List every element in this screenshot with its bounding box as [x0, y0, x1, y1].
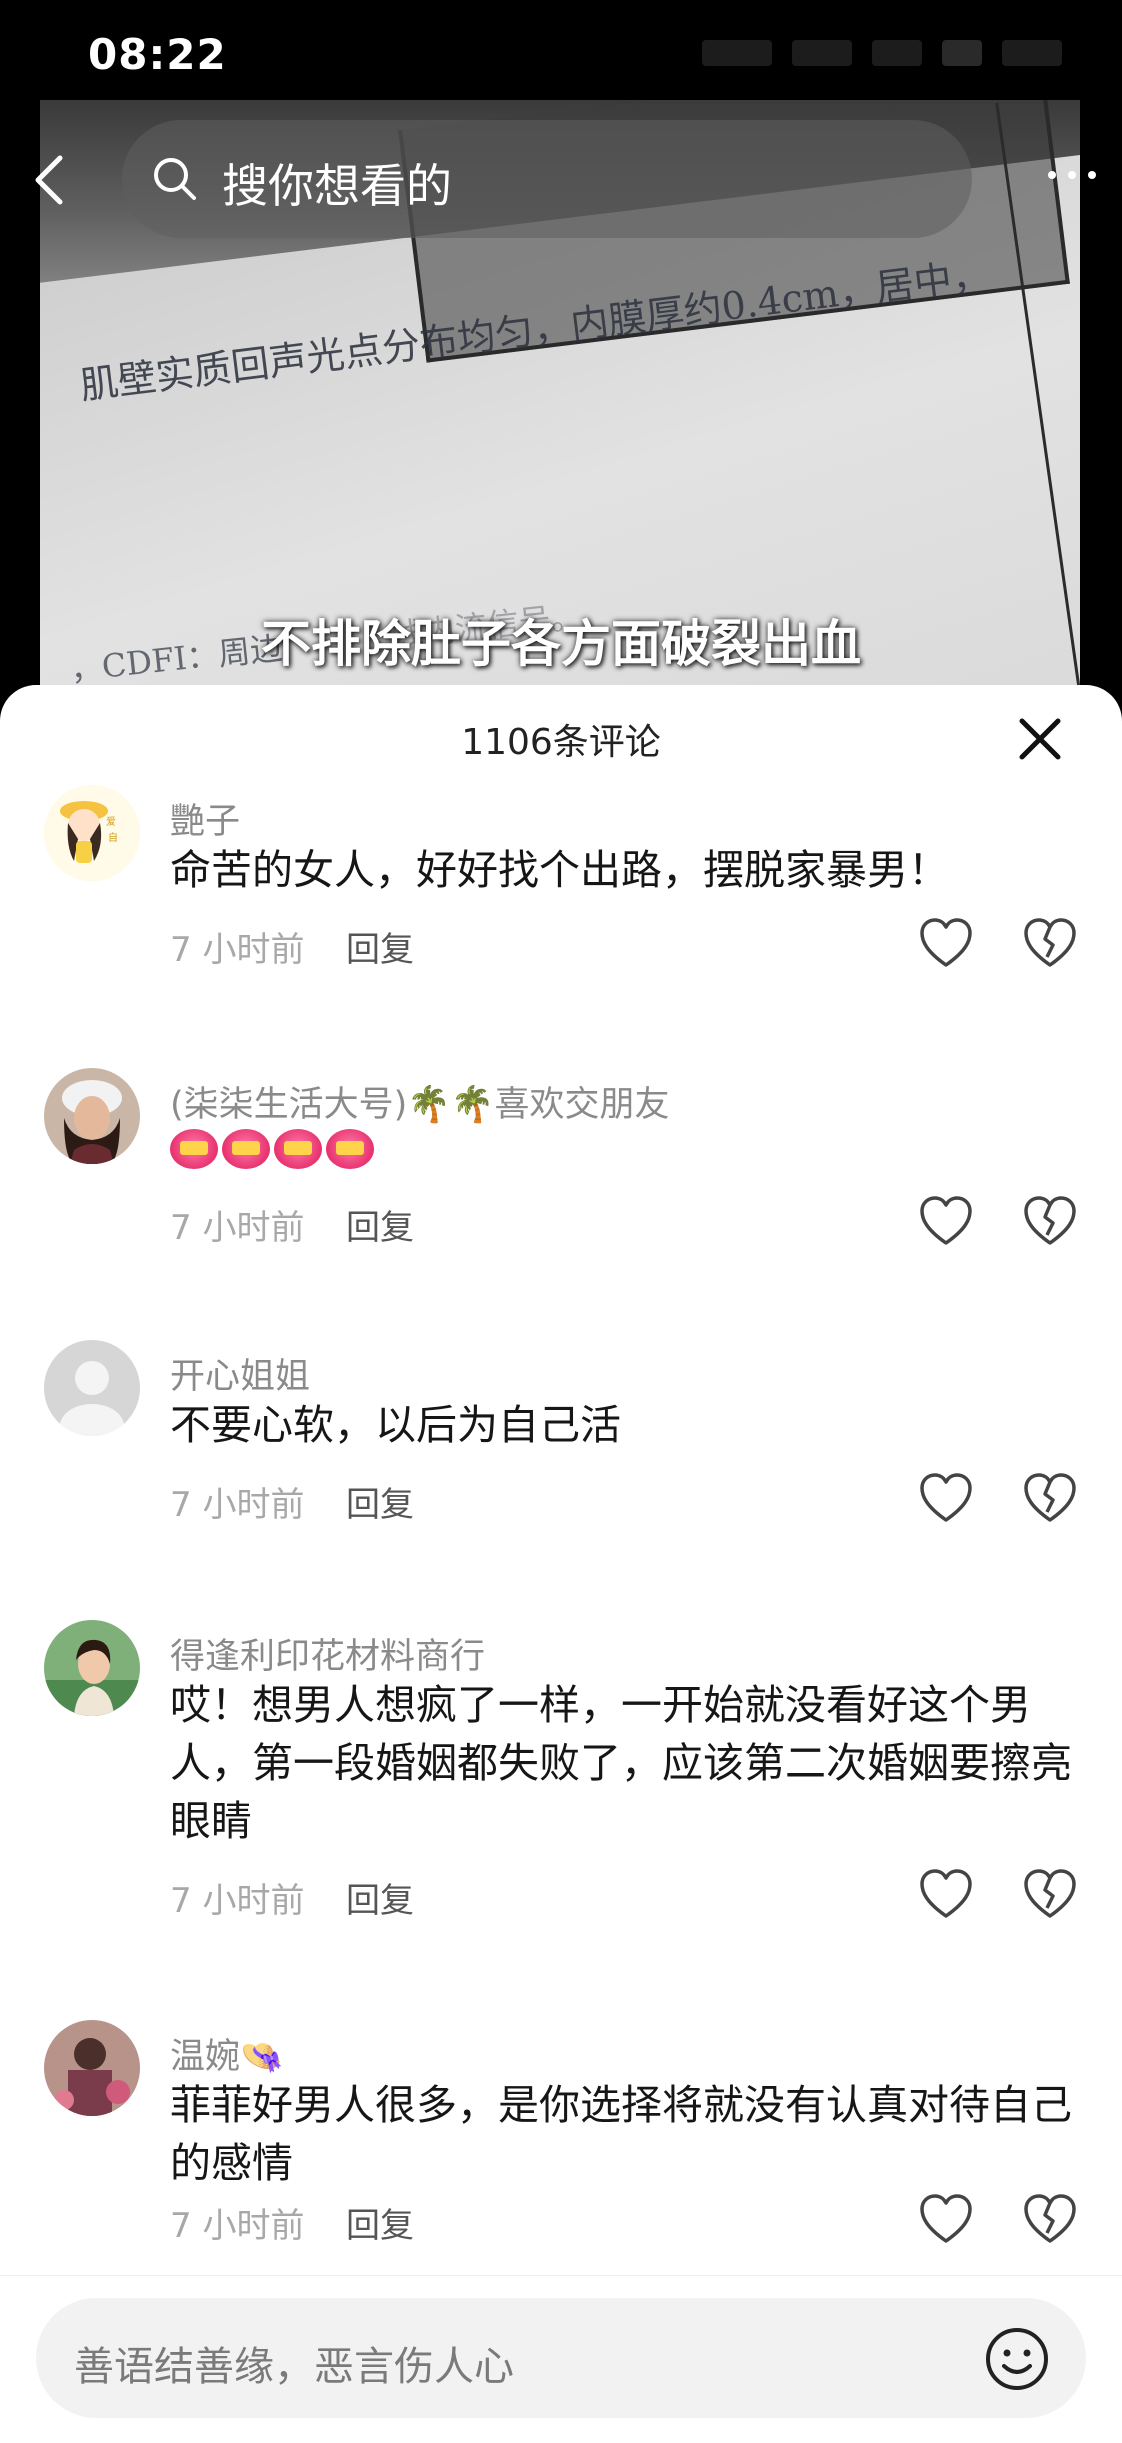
search-placeholder: 搜你想看的 [222, 159, 452, 213]
heart-outline-icon [920, 1196, 972, 1245]
comments-sheet: 1106条评论 爱 自 艷子 命苦的女人，好好找个出路，摆脱家暴男！ 7 小时前… [0, 685, 1122, 2442]
avatar[interactable] [44, 1340, 140, 1436]
comment-time: 7 小时前 [170, 1881, 305, 1921]
broken-heart-icon [1024, 2194, 1076, 2243]
status-icons [702, 34, 1062, 74]
like-button[interactable] [918, 917, 974, 969]
close-button[interactable] [1016, 715, 1064, 763]
more-button[interactable] [1042, 160, 1102, 190]
dislike-button[interactable] [1022, 1472, 1078, 1524]
comment-text: 不要心软，以后为自己活 [170, 1401, 621, 1449]
broken-heart-icon [1024, 1869, 1076, 1918]
comment-text: 菲菲好男人很多，是你选择将就没有认真对待自己的感情 [170, 2081, 1072, 2187]
jiayou-heart-emoji [222, 1129, 270, 1169]
woman-photo-avatar-icon [44, 1068, 140, 1164]
video-subtitle: 不排除肚子各方面破裂出血 [261, 615, 861, 673]
comment-time: 7 小时前 [170, 930, 305, 970]
like-button[interactable] [918, 2193, 974, 2245]
search-bar[interactable]: 搜你想看的 [122, 120, 972, 238]
jiayou-heart-emoji [326, 1129, 374, 1169]
broken-heart-icon [1024, 1473, 1076, 1522]
emoji-button[interactable] [984, 2326, 1050, 2392]
dislike-button[interactable] [1022, 1195, 1078, 1247]
cartoon-girl-avatar-icon: 爱 自 [44, 785, 140, 881]
svg-text:自: 自 [108, 831, 118, 844]
svg-text:爱: 爱 [106, 815, 116, 828]
back-button[interactable] [22, 150, 82, 210]
comment-text: 命苦的女人，好好找个出路，摆脱家暴男！ [170, 846, 949, 894]
like-button[interactable] [918, 1195, 974, 1247]
broken-heart-icon [1024, 918, 1076, 967]
avatar[interactable] [44, 2020, 140, 2116]
commenter-name[interactable]: 得逢利印花材料商行 [170, 1628, 485, 1679]
chevron-left-icon [35, 155, 63, 205]
reply-button[interactable]: 回复 [346, 2198, 414, 2247]
jiayou-heart-emoji [170, 1129, 218, 1169]
comment-time: 7 小时前 [170, 1485, 305, 1525]
reply-button[interactable]: 回复 [346, 1477, 414, 1526]
comment-input-bar: 善语结善缘，恶言伤人心 [0, 2275, 1122, 2443]
search-icon [154, 158, 196, 200]
smiley-icon [986, 2328, 1048, 2390]
reply-button[interactable]: 回复 [346, 1873, 414, 1922]
avatar[interactable] [44, 1068, 140, 1164]
comment-input[interactable]: 善语结善缘，恶言伤人心 [36, 2298, 1086, 2418]
comment-emoji-row [170, 1126, 1080, 1184]
commenter-name[interactable]: 温婉👒 [170, 2028, 284, 2079]
like-button[interactable] [918, 1472, 974, 1524]
avatar[interactable] [44, 1620, 140, 1716]
heart-outline-icon [920, 1473, 972, 1522]
heart-outline-icon [920, 918, 972, 967]
dislike-button[interactable] [1022, 2193, 1078, 2245]
reply-button[interactable]: 回复 [346, 1200, 414, 1249]
jiayou-heart-emoji [274, 1129, 322, 1169]
commenter-name[interactable]: 艷子 [170, 793, 240, 844]
broken-heart-icon [1024, 1196, 1076, 1245]
close-icon [1019, 718, 1061, 760]
input-placeholder: 善语结善缘，恶言伤人心 [74, 2344, 514, 2390]
status-bar: 08:22 [0, 0, 1122, 100]
more-dots-icon [1048, 171, 1096, 179]
woman-photo-avatar-icon [44, 1620, 140, 1716]
dislike-button[interactable] [1022, 1868, 1078, 1920]
default-user-avatar-icon [44, 1340, 140, 1436]
commenter-name[interactable]: (柒柒生活大号)🌴🌴喜欢交朋友 [170, 1076, 669, 1127]
comment-time: 7 小时前 [170, 2206, 305, 2246]
photo-avatar-icon [44, 2020, 140, 2116]
status-time: 08:22 [88, 30, 227, 79]
comment-text: 哎！想男人想疯了一样，一开始就没看好这个男人，第一段婚姻都失败了，应该第二次婚姻… [170, 1681, 1072, 1845]
avatar[interactable]: 爱 自 [44, 785, 140, 881]
like-button[interactable] [918, 1868, 974, 1920]
reply-button[interactable]: 回复 [346, 922, 414, 971]
commenter-name[interactable]: 开心姐姐 [170, 1348, 310, 1399]
dislike-button[interactable] [1022, 917, 1078, 969]
heart-outline-icon [920, 2194, 972, 2243]
heart-outline-icon [920, 1869, 972, 1918]
comment-time: 7 小时前 [170, 1208, 305, 1248]
comments-count-title: 1106条评论 [461, 722, 661, 763]
